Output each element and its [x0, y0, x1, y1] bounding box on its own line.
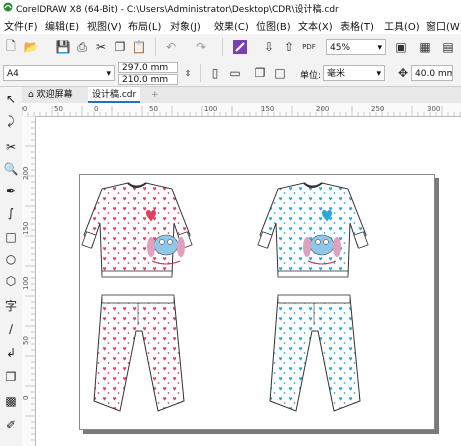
eyedropper-tool-icon[interactable]: ✐ [3, 417, 19, 433]
chevron-down-icon: ▾ [377, 43, 382, 53]
cut-icon[interactable]: ✂ [93, 39, 109, 55]
freehand-tool-icon[interactable]: ✒ [3, 183, 19, 199]
menu-edit[interactable]: 编辑(E) [45, 18, 79, 33]
ruler-tick-label: 200 [22, 167, 30, 180]
red-pajama-set[interactable] [81, 182, 193, 412]
rectangle-tool-icon[interactable]: □ [3, 229, 19, 245]
pick-tool-icon[interactable]: ↖ [3, 91, 19, 107]
crop-tool-icon[interactable]: ✂ [3, 139, 19, 155]
vertical-ruler[interactable]: 200 150 100 50 0 [22, 116, 36, 446]
transparency-tool-icon[interactable]: ▩ [3, 393, 19, 409]
page-width-field[interactable]: 297.0 mm [118, 62, 178, 73]
pajama-illustration [81, 182, 369, 412]
property-bar: A4 ▾ 297.0 mm 210.0 mm ⇕ ▯ ▭ ❐ □ 单位: 毫米 ▾ … [0, 60, 461, 87]
menu-bar: 文件(F) 编辑(E) 视图(V) 布局(L) 对象(J) 效果(C) 位图(B… [0, 15, 461, 35]
units-value: 毫米 [327, 69, 346, 79]
page-height-field[interactable]: 210.0 mm [118, 74, 178, 85]
menu-view[interactable]: 视图(V) [87, 18, 122, 33]
menu-object[interactable]: 对象(J) [170, 18, 201, 33]
spinner-icon[interactable]: ⇕ [180, 65, 196, 81]
print-icon[interactable]: ⎙ [74, 39, 90, 55]
menu-file[interactable]: 文件(F) [4, 18, 38, 33]
current-page-icon[interactable]: □ [272, 65, 288, 81]
chevron-down-icon: ▾ [106, 69, 111, 79]
menu-layout[interactable]: 布局(L) [128, 18, 161, 33]
nudge-distance-field[interactable]: 40.0 mm [411, 65, 453, 81]
export-icon[interactable]: ⇧ [281, 39, 297, 55]
drop-shadow-icon[interactable]: ❐ [3, 369, 19, 385]
menu-tools[interactable]: 工具(O) [384, 18, 420, 33]
ruler-tick-label: 150 [261, 105, 274, 113]
zoom-level-value: 45% [330, 43, 351, 53]
artistic-media-icon[interactable]: ∫ [3, 205, 19, 221]
all-pages-icon[interactable]: ❐ [252, 65, 268, 81]
ruler-tick-label: 50 [22, 336, 30, 345]
home-icon: ⌂ [28, 90, 37, 100]
parallel-dimension-icon[interactable]: ∕ [3, 321, 19, 337]
import-icon[interactable]: ⇩ [261, 39, 277, 55]
ruler-tick-label: 0 [22, 396, 30, 400]
menu-bitmaps[interactable]: 位图(B) [256, 18, 291, 33]
grid-toggle-icon[interactable]: ▤ [440, 39, 456, 55]
coreldraw-logo-icon [3, 2, 13, 12]
ruler-tick-label: 100 [204, 105, 217, 113]
page-size-select[interactable]: A4 ▾ [3, 65, 115, 81]
title-bar: CorelDRAW X8 (64-Bit) - C:\Users\Adminis… [0, 0, 461, 15]
paste-icon[interactable]: 📋 [131, 39, 147, 55]
shape-tool-icon[interactable]: ⤸ [3, 113, 19, 129]
toolbox: ↖ ⤸ ✂ 🔍 ✒ ∫ □ ○ ⬡ 字 ∕ ↲ ❐ ▩ ✐ [0, 87, 23, 446]
polygon-tool-icon[interactable]: ⬡ [3, 273, 19, 289]
ruler-tick-label: 50 [149, 105, 158, 113]
tab-welcome-label: 欢迎屏幕 [36, 90, 73, 100]
portrait-icon[interactable]: ▯ [207, 65, 223, 81]
nudge-icon: ✥ [397, 66, 409, 80]
units-select[interactable]: 毫米 ▾ [323, 65, 385, 81]
menu-table[interactable]: 表格(T) [340, 18, 374, 33]
add-tab-icon[interactable]: + [147, 87, 163, 103]
nudge-distance-value: 40.0 mm [415, 69, 453, 79]
landscape-icon[interactable]: ▭ [227, 65, 243, 81]
menu-effects[interactable]: 效果(C) [214, 18, 249, 33]
search-content-icon[interactable] [232, 39, 248, 55]
window-title: CorelDRAW X8 (64-Bit) - C:\Users\Adminis… [16, 5, 339, 15]
ruler-tick-label: 250 [371, 105, 384, 113]
rulers-toggle-icon[interactable]: ▦ [417, 39, 433, 55]
units-label: 单位: [300, 71, 322, 81]
tab-design-file-label: 设计稿.cdr [92, 90, 137, 100]
page-size-value: A4 [7, 69, 19, 79]
zoom-tool-icon[interactable]: 🔍 [3, 161, 19, 177]
tab-welcome[interactable]: ⌂ 欢迎屏幕 [24, 87, 77, 103]
document-tabs: ⌂ 欢迎屏幕 设计稿.cdr + [22, 87, 461, 104]
undo-icon[interactable]: ↶ [163, 39, 179, 55]
save-icon[interactable]: 💾 [55, 39, 71, 55]
ruler-tick-label: 150 [22, 222, 30, 235]
ruler-tick-label: 100 [22, 105, 27, 113]
new-document-icon[interactable]: 🗋 [3, 39, 19, 55]
page-height-value: 210.0 mm [122, 75, 169, 85]
standard-toolbar: 🗋 📂 💾 ⎙ ✂ ❐ 📋 ↶ ↷ ⇩ ⇧ PDF 45% ▾ ▣ ▦ ▤ [0, 34, 461, 61]
ruler-tick-label: 50 [54, 105, 63, 113]
tab-design-file[interactable]: 设计稿.cdr [88, 87, 141, 103]
open-folder-icon[interactable]: 📂 [23, 39, 39, 55]
full-screen-icon[interactable]: ▣ [393, 39, 409, 55]
ruler-tick-label: 0 [94, 105, 98, 113]
page-width-value: 297.0 mm [122, 63, 169, 73]
redo-icon[interactable]: ↷ [193, 39, 209, 55]
menu-window[interactable]: 窗口(W) [426, 18, 461, 33]
connector-tool-icon[interactable]: ↲ [3, 345, 19, 361]
copy-icon[interactable]: ❐ [112, 39, 128, 55]
document-page[interactable] [79, 174, 435, 430]
publish-pdf-icon[interactable]: PDF [301, 39, 317, 55]
text-tool-icon[interactable]: 字 [3, 297, 19, 313]
horizontal-ruler[interactable]: 100 50 0 50 100 150 200 250 300 [22, 103, 461, 117]
ellipse-tool-icon[interactable]: ○ [3, 251, 19, 267]
blue-pajama-set[interactable] [257, 182, 369, 412]
zoom-level-field[interactable]: 45% ▾ [326, 39, 386, 55]
ruler-tick-label: 100 [22, 277, 30, 290]
ruler-tick-label: 300 [427, 105, 440, 113]
ruler-tick-label: 200 [316, 105, 329, 113]
chevron-down-icon: ▾ [376, 69, 381, 79]
menu-text[interactable]: 文本(X) [298, 18, 333, 33]
